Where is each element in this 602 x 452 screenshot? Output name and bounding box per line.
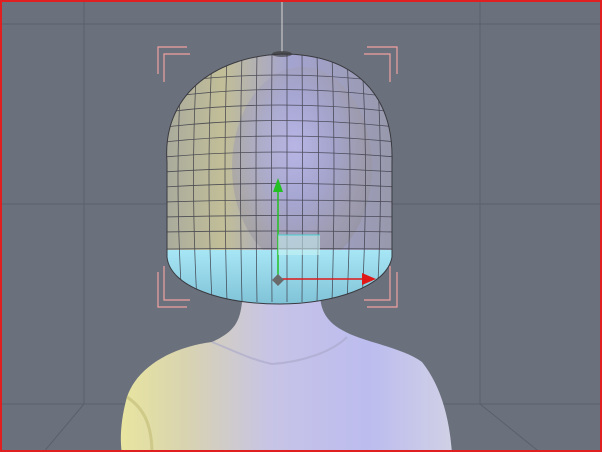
3d-viewport[interactable] bbox=[0, 0, 602, 452]
viewport-scene[interactable] bbox=[2, 2, 602, 452]
gizmo-plane-handle[interactable] bbox=[278, 235, 320, 255]
figure-body[interactable] bbox=[120, 292, 452, 452]
head-proxy-mesh[interactable] bbox=[162, 51, 402, 310]
